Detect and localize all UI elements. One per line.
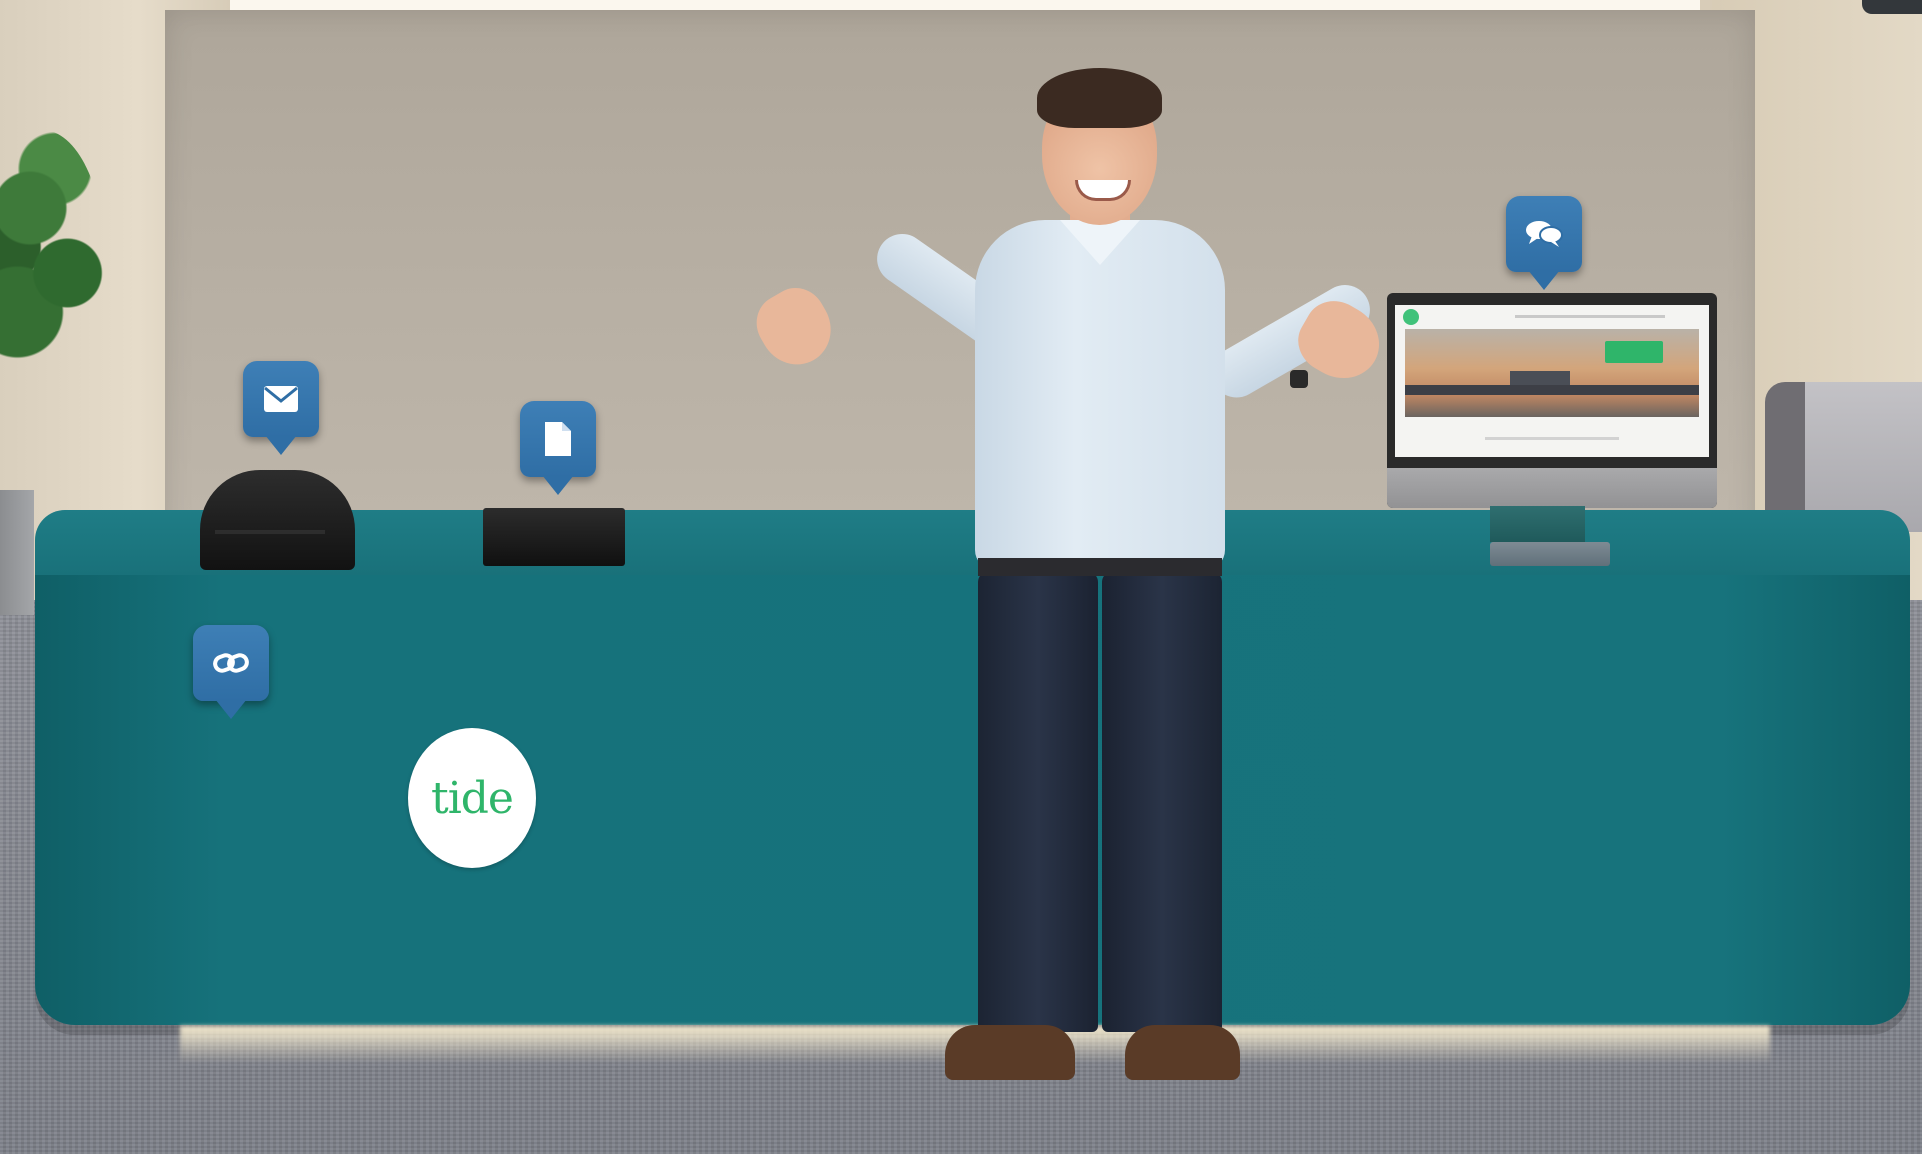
presenter-shirt (975, 220, 1225, 570)
booth-monitor[interactable] (1387, 293, 1717, 508)
email-hotspot-pin[interactable] (243, 361, 319, 455)
monitor-screen[interactable] (1395, 305, 1709, 457)
monitor-stand (1490, 506, 1585, 542)
presenter-watch (1290, 370, 1308, 388)
chat-hotspot-pin[interactable] (1506, 196, 1582, 290)
link-icon (193, 625, 269, 701)
document-box-prop[interactable] (483, 508, 625, 566)
presenter-left-leg (978, 572, 1098, 1032)
booth-presenter-avatar[interactable] (740, 60, 1410, 1154)
link-hotspot-pin[interactable] (193, 625, 269, 719)
mailbox-prop[interactable] (200, 470, 355, 570)
monitor-base (1490, 542, 1610, 566)
website-subtext (1485, 437, 1619, 440)
plant-pot (0, 490, 34, 615)
lounge-chair-arm (1765, 382, 1805, 522)
presenter-belt (978, 558, 1222, 576)
presenter-right-leg (1102, 572, 1222, 1032)
ceiling-light-bar (230, 0, 1700, 10)
top-corner-control[interactable] (1862, 0, 1922, 14)
document-hotspot-pin[interactable] (520, 401, 596, 495)
website-cta-button[interactable] (1605, 341, 1663, 363)
monitor-chin (1387, 468, 1717, 508)
presenter-left-hand (745, 277, 845, 378)
pier (1405, 385, 1699, 395)
chat-bubbles-icon (1506, 196, 1582, 272)
presenter-right-shoe (1125, 1025, 1240, 1080)
company-logo-badge[interactable]: tide (408, 728, 536, 868)
presenter-left-shoe (945, 1025, 1075, 1080)
envelope-icon (243, 361, 319, 437)
virtual-booth-scene: tide (0, 0, 1922, 1154)
website-nav (1515, 315, 1665, 318)
document-icon (520, 401, 596, 477)
presenter-hair (1037, 68, 1162, 128)
plant-leaves (0, 130, 105, 390)
